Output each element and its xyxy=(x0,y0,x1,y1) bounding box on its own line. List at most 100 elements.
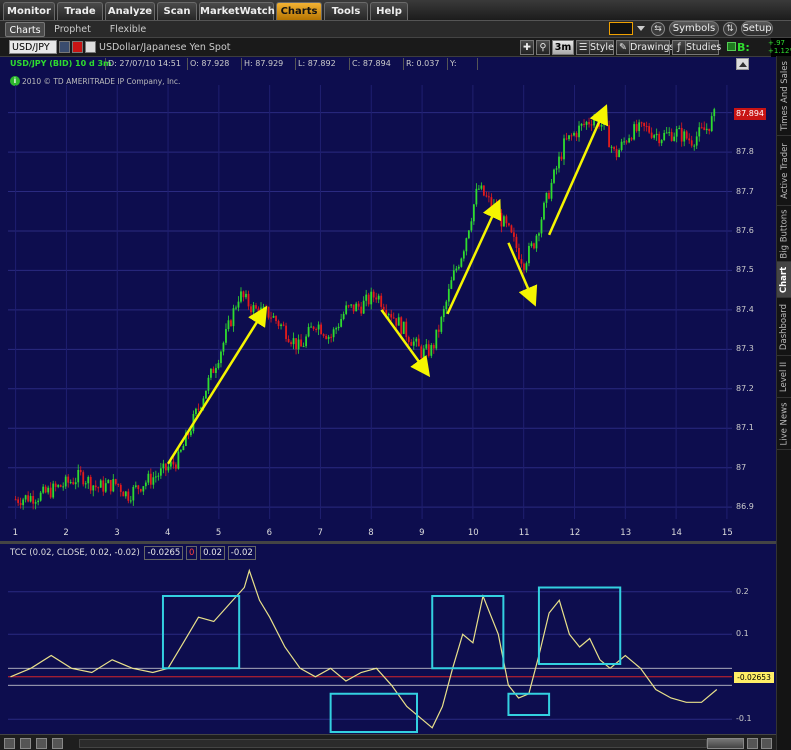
candle-body xyxy=(422,348,425,359)
candle-body xyxy=(57,484,60,487)
timeframe-button[interactable]: 3m xyxy=(552,40,574,55)
candle-body xyxy=(678,127,681,129)
candle-body xyxy=(24,495,27,500)
collapse-chart-button[interactable] xyxy=(736,58,749,70)
candle-body xyxy=(99,480,102,488)
price-axis-label: 87.5 xyxy=(736,265,754,275)
symbol-lookup-icon[interactable] xyxy=(59,41,70,53)
menu-tab-help[interactable]: Help xyxy=(370,2,408,20)
candle-body xyxy=(147,473,150,483)
symbol-input[interactable]: USD/JPY xyxy=(9,40,57,54)
candle-body xyxy=(668,132,671,134)
candle-body xyxy=(390,314,393,318)
price-plot-area[interactable] xyxy=(8,85,732,519)
candle-body xyxy=(628,138,631,143)
candle-body xyxy=(44,486,47,493)
zoom-icon[interactable]: ⚲ xyxy=(536,40,550,55)
candle-body xyxy=(154,476,157,478)
chevron-down-icon[interactable] xyxy=(637,26,645,31)
bottom-toolbar xyxy=(0,734,776,750)
side-tab-live-news[interactable]: Live News xyxy=(777,398,791,450)
layout-icon[interactable] xyxy=(36,738,47,749)
candle-body xyxy=(34,502,37,504)
side-tab-chart[interactable]: Chart xyxy=(777,262,791,298)
candle-body xyxy=(250,306,252,313)
highlight-box xyxy=(507,692,551,716)
zoom-in-icon[interactable] xyxy=(761,738,772,749)
subtab-flexible-grid[interactable]: Flexible Grid xyxy=(100,22,156,50)
side-tab-level-ii[interactable]: Level II xyxy=(777,356,791,398)
style-button[interactable]: Style xyxy=(590,40,614,55)
flag-icon[interactable] xyxy=(72,41,83,53)
oscillator-plot-area[interactable] xyxy=(8,562,732,733)
candle-body xyxy=(573,133,575,136)
candle-body xyxy=(277,321,280,327)
time-scrollbar[interactable] xyxy=(79,739,707,748)
side-tab-active-trader[interactable]: Active Trader xyxy=(777,136,791,206)
side-tab-label: Live News xyxy=(779,401,790,446)
candle-body xyxy=(92,485,95,491)
menu-tab-scan[interactable]: Scan xyxy=(157,2,197,20)
side-tab-label: Big Buttons xyxy=(779,208,790,259)
candle-body xyxy=(312,326,315,329)
candle-body xyxy=(42,486,45,493)
zoom-out-icon[interactable] xyxy=(747,738,758,749)
candle-body xyxy=(548,192,550,199)
net-change-value: +.97 xyxy=(768,39,785,47)
menu-tab-charts[interactable]: Charts xyxy=(276,2,322,20)
ohlc-info-bar: USD/JPY (BID) 10 d 3m D: 27/07/10 14:51 … xyxy=(0,58,735,71)
candle-body xyxy=(638,122,641,132)
candle-body xyxy=(265,306,267,308)
candle-body xyxy=(500,212,503,227)
candle-body xyxy=(267,306,270,318)
oscillator-line xyxy=(10,568,718,729)
candle-body xyxy=(432,345,435,349)
menu-tab-analyze[interactable]: Analyze xyxy=(105,2,155,20)
oscillator-svg[interactable] xyxy=(8,562,732,733)
menu-tab-trade[interactable]: Trade xyxy=(57,2,103,20)
side-tab-dashboard[interactable]: Dashboard xyxy=(777,298,791,356)
candle-body xyxy=(72,482,75,485)
side-tab-times-and-sales[interactable]: Times And Sales xyxy=(777,56,791,136)
candle-body xyxy=(345,305,348,314)
candle-body xyxy=(190,431,192,436)
candle-body xyxy=(520,259,523,264)
oscillator-value: -0.0265 xyxy=(144,546,184,560)
drawings-button[interactable]: Drawings xyxy=(630,40,674,55)
subtab-prophet[interactable]: Prophet xyxy=(50,22,95,37)
price-axis-label: 86.9 xyxy=(736,502,754,512)
setup-button[interactable]: Setup xyxy=(741,21,773,36)
subtab-charts[interactable]: Charts xyxy=(5,22,45,37)
scrollbar-thumb[interactable] xyxy=(707,738,744,749)
crosshair-icon[interactable]: ✚ xyxy=(520,40,534,55)
menu-tab-tools[interactable]: Tools xyxy=(324,2,368,20)
candle-body xyxy=(553,169,555,183)
candle-body xyxy=(563,138,565,160)
highlight-box xyxy=(431,595,505,670)
document-icon[interactable] xyxy=(85,41,96,53)
menu-tab-monitor[interactable]: Monitor xyxy=(3,2,55,20)
candle-body xyxy=(347,305,350,307)
price-axis-label: 87.1 xyxy=(736,423,754,433)
symbols-button[interactable]: Symbols xyxy=(669,21,719,36)
candle-body xyxy=(487,196,490,198)
candle-body xyxy=(648,126,651,133)
lock-icon[interactable] xyxy=(52,738,63,749)
candle-body xyxy=(713,109,716,117)
active-layout-indicator[interactable] xyxy=(609,22,633,35)
link-icon[interactable]: ⇆ xyxy=(651,22,665,36)
candle-body xyxy=(482,185,485,196)
candle-body xyxy=(157,475,160,477)
highlight-box xyxy=(537,586,622,665)
candle-body xyxy=(257,308,260,317)
menu-tab-marketwatch[interactable]: MarketWatch xyxy=(199,2,275,20)
candle-body xyxy=(29,495,32,502)
drawing-tool-icon[interactable] xyxy=(4,738,15,749)
time-axis-label: 14 xyxy=(671,528,682,538)
refresh-icon[interactable]: ⇅ xyxy=(723,22,737,36)
price-chart-svg[interactable] xyxy=(8,85,732,519)
side-tab-big-buttons[interactable]: Big Buttons xyxy=(777,206,791,262)
studies-button[interactable]: Studies xyxy=(686,40,721,55)
bid-icon xyxy=(727,42,736,51)
grid-icon[interactable] xyxy=(20,738,31,749)
